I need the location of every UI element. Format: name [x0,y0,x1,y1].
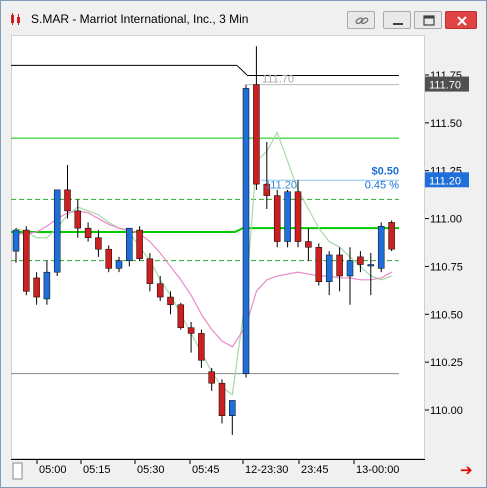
candle-body [242,88,250,374]
price-tick-label: 110.00 [430,405,463,417]
price-tick-label: 110.75 [430,261,463,273]
candle-body [64,189,71,212]
candlestick-app-icon [9,12,23,26]
scroll-right-arrow-icon[interactable]: ➔ [460,461,473,479]
candle-body [229,400,236,416]
candle-body [187,327,195,334]
minimize-button[interactable] [383,11,411,29]
time-tick-label: 13-00:00 [356,464,399,476]
candle-body [156,283,164,298]
price-marker-high-text: 111.70 [429,80,461,92]
high-price-label: 111.70 [262,74,294,86]
time-tick-label: 05:30 [137,464,165,476]
time-axis[interactable]: 05:00 05:15 05:30 05:45 12-23:30 23:45 13-00:0… [11,459,425,483]
time-tick-label: 05:45 [192,464,220,476]
candle-body [367,264,375,267]
link-button[interactable] [347,11,375,29]
candlestick-chart: 111.70 111.20 $0.50 0.45 % [11,35,425,459]
candle-body [105,248,112,269]
close-icon [457,16,467,26]
candle-body [198,333,205,361]
candle-body [284,191,291,242]
link-icon [355,17,369,25]
candle-body [84,227,92,238]
candle-body [146,258,154,284]
candle-body [136,229,143,260]
window-title: S.MAR - Marriot International, Inc., 3 M… [31,12,249,26]
close-button[interactable] [445,11,477,29]
candle-body [43,271,51,300]
candle-body [12,229,20,252]
time-tick-label: 23:45 [301,464,329,476]
level-line-upper-black-step [236,65,248,76]
level-line-green-solid [11,227,399,233]
change-value-label: $0.50 [371,165,399,177]
candle-body [388,222,395,250]
candle-body [357,256,364,265]
price-tick-label: 110.50 [430,309,463,321]
candle-body [218,382,226,416]
price-axis[interactable]: 111.75 111.50 111.25 111.00 110.75 110.50 110.… [425,35,485,459]
candle-body [315,247,323,282]
plot-border [11,35,425,459]
candle-body [208,371,215,384]
time-tick-label: 12-23:30 [245,464,288,476]
price-axis-svg: 111.75111.50111.25111.00110.75110.50110.… [425,70,469,417]
candle-body [305,241,312,248]
price-marker-last-text: 111.20 [429,175,461,187]
minimize-icon [393,23,403,25]
price-tick-label: 110.25 [430,357,463,369]
title-bar[interactable]: S.MAR - Marriot International, Inc., 3 M… [1,1,486,31]
candle-body [294,191,302,242]
candle-body [53,189,61,273]
time-tick-label: 05:00 [39,464,67,476]
candle-body [336,254,343,277]
time-axis-svg: 05:00 05:15 05:30 05:45 12-23:30 23:45 13-00:0… [11,459,425,480]
candle-body [177,304,185,328]
restore-button[interactable] [414,11,442,29]
candle-body [115,260,123,269]
chart-plot-area[interactable]: 111.70 111.20 $0.50 0.45 % [11,35,425,459]
price-tick-label: 111.50 [430,118,462,130]
candle-body [74,210,82,229]
candle-body [126,227,133,261]
chart-window: S.MAR - Marriot International, Inc., 3 M… [0,0,487,488]
price-tick-label: 111.00 [430,214,462,226]
restore-icon [423,15,435,26]
change-percent-label: 0.45 % [365,179,399,191]
candle-body [377,225,385,269]
candle-body [346,260,354,277]
candle-body [253,84,260,185]
candle-body [23,229,30,292]
time-axis-scroll-handle [12,462,23,480]
candle-body [95,237,102,250]
candle-body [273,195,281,242]
last-price-label: 111.20 [265,179,297,191]
candle-body [325,254,333,282]
candle-body [33,277,40,298]
candle-body [167,296,174,305]
time-tick-label: 05:15 [83,464,111,476]
